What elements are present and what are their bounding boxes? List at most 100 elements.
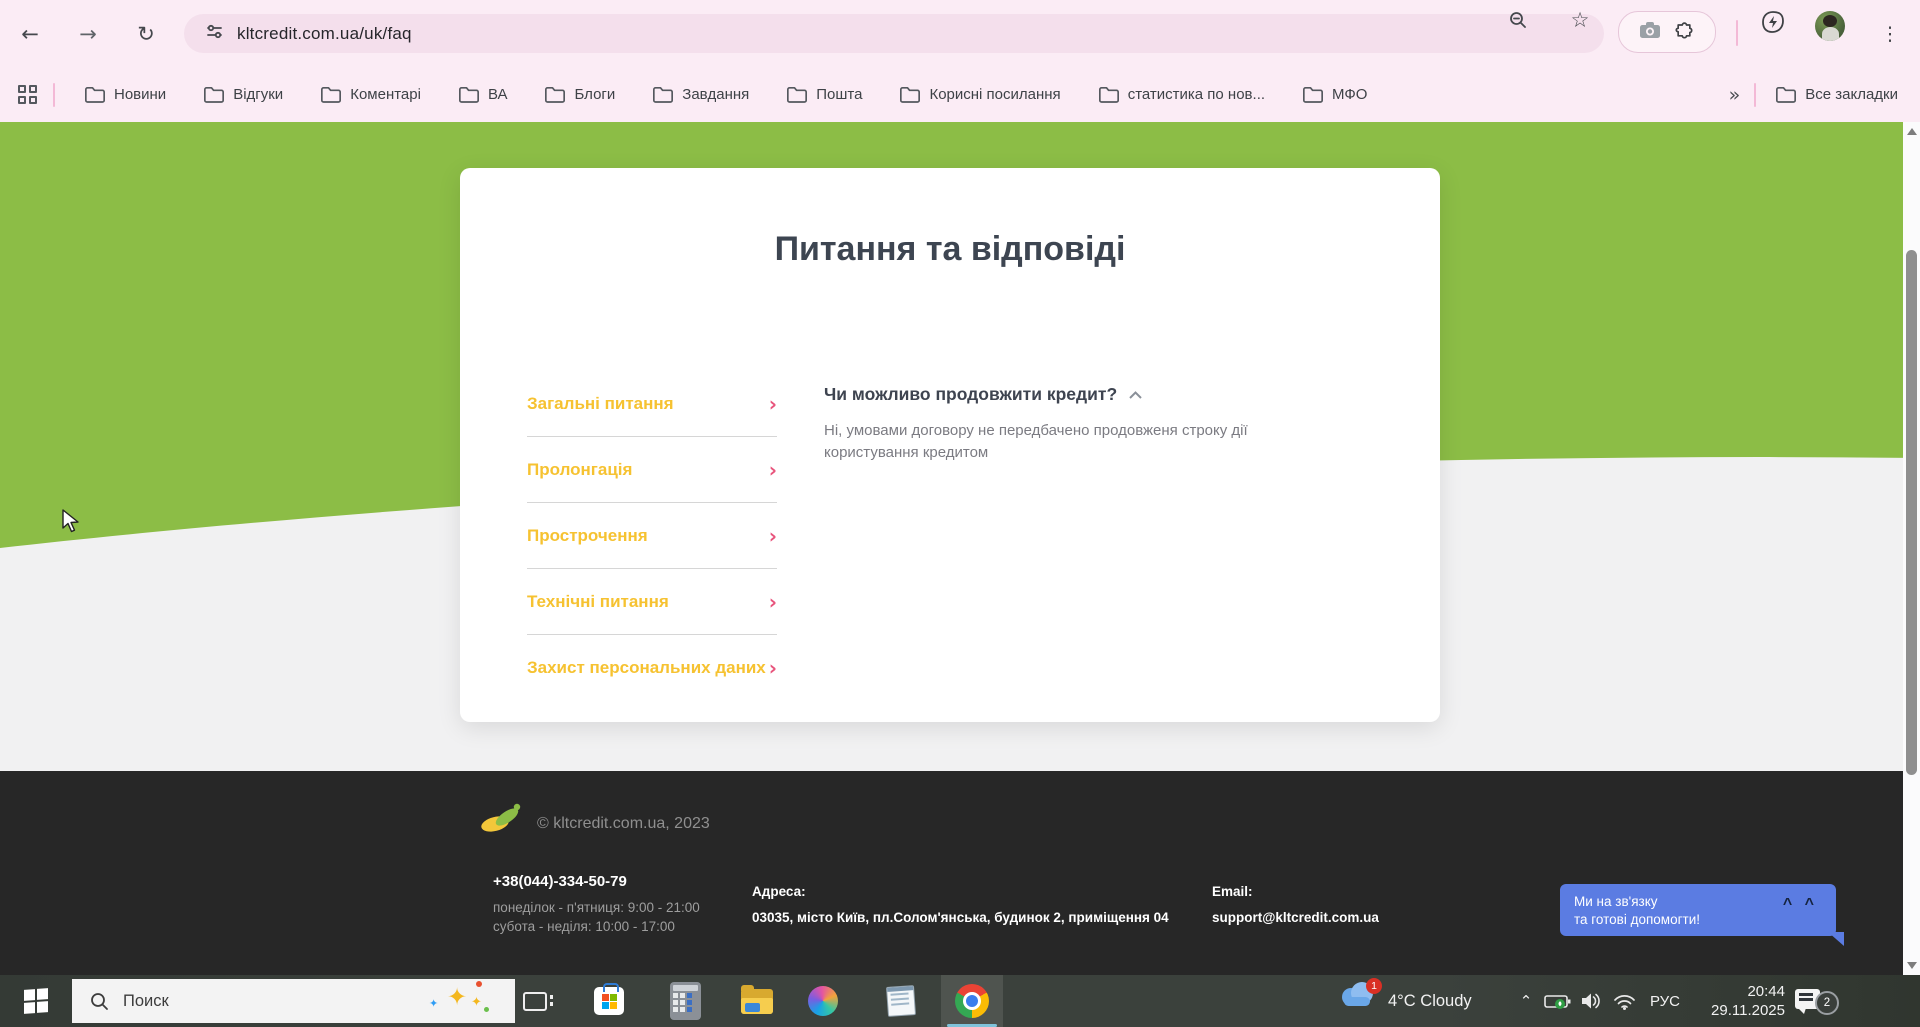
language-indicator[interactable]: РУС: [1645, 975, 1685, 1027]
speaker-icon: [1581, 993, 1600, 1009]
chat-eyes-icon: ^ ^: [1782, 896, 1818, 913]
toolbar-separator: [1736, 20, 1738, 46]
microsoft-store-button[interactable]: [592, 975, 626, 1027]
file-explorer-button[interactable]: [738, 975, 776, 1027]
start-button[interactable]: [12, 975, 60, 1027]
profile-avatar[interactable]: [1815, 11, 1845, 41]
page-scrollbar[interactable]: [1903, 122, 1920, 975]
windows-taskbar: Поиск ✦ ✦ ✦ 1 4°C Cloudy ⌃ РУС 20:44 29.…: [0, 975, 1920, 1027]
bookmark-folder[interactable]: Блоги: [545, 86, 615, 103]
calculator-icon: [669, 982, 701, 1020]
calculator-button[interactable]: [668, 975, 702, 1027]
faq-question-text: Чи можливо продовжити кредит?: [824, 384, 1118, 404]
email-value[interactable]: support@kltcredit.com.ua: [1212, 910, 1379, 925]
site-info-icon[interactable]: [206, 23, 223, 45]
scroll-up-icon[interactable]: [1907, 128, 1917, 135]
bookmark-star-icon[interactable]: ☆: [1567, 7, 1593, 33]
bookmark-folder[interactable]: ВА: [458, 86, 507, 103]
zoom-out-icon[interactable]: [1505, 7, 1531, 33]
address-label: Адреса:: [752, 884, 806, 899]
windows-logo-icon: [24, 988, 48, 1014]
bookmarks-overflow-icon[interactable]: »: [1729, 84, 1741, 106]
notification-center-button[interactable]: 2: [1795, 987, 1839, 1017]
search-placeholder: Поиск: [123, 991, 169, 1010]
page-title: Питання та відповіді: [774, 230, 1126, 268]
faq-category-prolongation[interactable]: Пролонгація ›: [527, 437, 777, 503]
bookmark-folder[interactable]: статистика по нов...: [1098, 86, 1265, 103]
bookmark-folder[interactable]: Пошта: [787, 86, 862, 103]
apps-grid-icon[interactable]: [18, 85, 37, 104]
bookmark-folder[interactable]: Відгуки: [204, 86, 283, 103]
clock[interactable]: 20:44 29.11.2025: [1690, 982, 1785, 1020]
footer-phone[interactable]: +38(044)-334-50-79: [493, 873, 627, 890]
scroll-down-icon[interactable]: [1907, 962, 1917, 969]
copilot-sparkles-icon: ✦ ✦ ✦: [429, 981, 489, 1015]
extensions-pill: [1618, 11, 1716, 53]
notepad-button[interactable]: [882, 975, 920, 1027]
volume-button[interactable]: [1575, 975, 1607, 1027]
faq-answer-text: Ні, умовами договору не передбачено прод…: [824, 422, 1248, 461]
performance-leaf-icon[interactable]: [1760, 9, 1786, 35]
task-view-icon: [523, 991, 553, 1011]
browser-menu-icon[interactable]: ⋮: [1872, 16, 1908, 52]
chrome-icon: [955, 984, 989, 1018]
web-page: Питання та відповіді Загальні питання › П…: [0, 122, 1920, 771]
url-text[interactable]: kltcredit.com.ua/uk/faq: [237, 24, 412, 44]
mouse-cursor: [62, 509, 84, 538]
tray-chevron-icon[interactable]: ⌃: [1512, 975, 1540, 1027]
faq-category-technical[interactable]: Технічні питання ›: [527, 569, 777, 635]
faq-category-menu: Загальні питання › Пролонгація › Простроче…: [527, 371, 777, 700]
bookmarks-separator-right: [1754, 82, 1757, 107]
clock-date: 29.11.2025: [1711, 1002, 1785, 1019]
copilot-button[interactable]: [804, 975, 842, 1027]
clock-time: 20:44: [1747, 983, 1785, 1000]
chrome-button[interactable]: [955, 975, 989, 1027]
footer-address-block: Адреса: 03035, місто Київ, пл.Солом'янсь…: [752, 884, 1169, 925]
extensions-puzzle-icon[interactable]: [1674, 20, 1694, 45]
weather-alert-badge: 1: [1366, 978, 1382, 994]
copilot-icon: [808, 986, 838, 1016]
url-bar[interactable]: kltcredit.com.ua/uk/faq: [184, 14, 1604, 53]
address-value: 03035, місто Київ, пл.Солом'янська, буди…: [752, 910, 1169, 925]
bookmark-folder[interactable]: Коментарі: [321, 86, 421, 103]
reload-icon[interactable]: ↻: [128, 16, 164, 52]
network-button[interactable]: [1607, 975, 1641, 1027]
footer-hours: понеділок - п'ятниця: 9:00 - 21:00 субот…: [493, 899, 700, 937]
battery-button[interactable]: [1540, 975, 1574, 1027]
chevron-up-icon: [1129, 390, 1142, 399]
site-footer: © kltcredit.com.ua, 2023 +38(044)-334-50…: [0, 771, 1920, 975]
faq-card: Питання та відповіді Загальні питання › П…: [460, 168, 1440, 722]
scrollbar-thumb[interactable]: [1906, 250, 1917, 775]
all-bookmarks-button[interactable]: Все закладки: [1776, 86, 1898, 103]
taskbar-search-input[interactable]: Поиск ✦ ✦ ✦: [72, 979, 515, 1023]
chevron-right-icon: ›: [768, 655, 777, 680]
chat-widget[interactable]: Ми на зв'язку та готові допомогти! ^ ^: [1560, 884, 1844, 946]
back-icon[interactable]: ←: [12, 16, 48, 52]
bookmark-folder[interactable]: Новини: [85, 86, 166, 103]
site-logo[interactable]: [478, 803, 526, 840]
copyright-text: © kltcredit.com.ua, 2023: [537, 815, 710, 832]
bookmark-folder[interactable]: Корисні посилання: [900, 86, 1061, 103]
chevron-right-icon: ›: [768, 589, 777, 614]
footer-email-block: Email: support@kltcredit.com.ua: [1212, 884, 1379, 925]
email-label: Email:: [1212, 884, 1253, 899]
notification-count-badge: 2: [1815, 991, 1839, 1015]
chat-message: Ми на зв'язку та готові допомогти!: [1574, 894, 1700, 927]
bookmark-folder[interactable]: МФО: [1303, 86, 1367, 103]
faq-category-personal-data[interactable]: Захист персональних даних ›: [527, 635, 777, 700]
weather-text[interactable]: 4°C Cloudy: [1388, 975, 1472, 1027]
hours-weekdays: понеділок - п'ятниця: 9:00 - 21:00: [493, 900, 700, 915]
faq-category-overdue[interactable]: Прострочення ›: [527, 503, 777, 569]
bookmark-folders: Новини Відгуки Коментарі ВА Блоги Завдан…: [85, 86, 1367, 103]
chevron-right-icon: ›: [768, 391, 777, 416]
forward-icon[interactable]: →: [70, 16, 106, 52]
faq-category-general[interactable]: Загальні питання ›: [527, 371, 777, 437]
weather-button[interactable]: 1: [1338, 978, 1384, 1021]
camera-icon[interactable]: [1640, 21, 1660, 43]
task-view-button[interactable]: [520, 975, 553, 1027]
screen: ← → ↻ kltcredit.com.ua/uk/faq ☆ ⋮ Новини…: [0, 0, 1920, 1027]
search-icon: [91, 992, 108, 1010]
notepad-icon: [885, 985, 917, 1017]
bookmark-folder[interactable]: Завдання: [653, 86, 749, 103]
faq-question-toggle[interactable]: Чи можливо продовжити кредит?: [824, 384, 1364, 405]
